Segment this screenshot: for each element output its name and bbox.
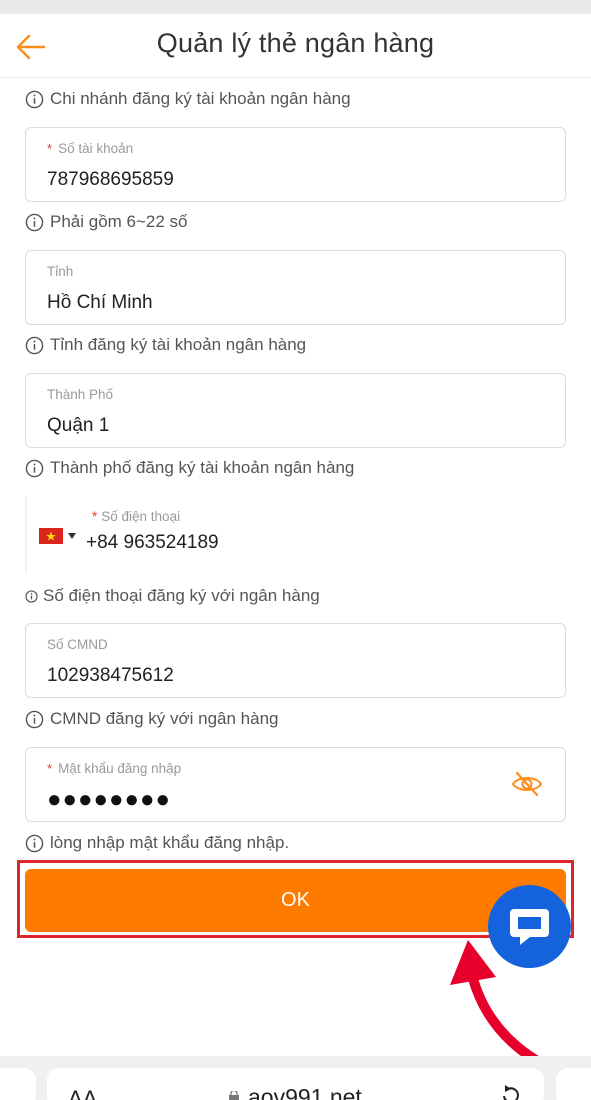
phone-divider	[25, 497, 27, 573]
id-card-value[interactable]: 102938475612	[47, 665, 174, 687]
hint-password: lòng nhập mật khẩu đăng nhập.	[25, 833, 289, 853]
chevron-down-icon[interactable]	[68, 533, 76, 539]
hint-text: Tỉnh đăng ký tài khoản ngân hàng	[50, 335, 307, 354]
field-label: Tỉnh	[47, 264, 74, 279]
text-size-button[interactable]: AA	[68, 1086, 97, 1100]
lock-icon	[229, 1091, 239, 1100]
header: Quản lý thẻ ngân hàng	[0, 14, 591, 78]
info-circle-icon	[25, 213, 44, 231]
browser-tab-right[interactable]	[556, 1068, 591, 1100]
field-label: Số CMND	[47, 637, 108, 652]
hint-text: Số điện thoại đăng ký với ngân hàng	[43, 586, 320, 605]
page-title: Quản lý thẻ ngân hàng	[156, 28, 435, 58]
info-circle-icon	[25, 710, 44, 728]
reload-icon[interactable]	[500, 1084, 522, 1100]
phone-field[interactable]: * Số điện thoại +84 963524189	[25, 497, 566, 573]
hint-text: Thành phố đăng ký tài khoản ngân hàng	[50, 458, 355, 477]
browser-tab-left[interactable]	[0, 1068, 36, 1100]
hint-branch: Chi nhánh đăng ký tài khoản ngân hàng	[25, 89, 351, 109]
province-value[interactable]: Hồ Chí Minh	[47, 292, 153, 314]
required-mark: *	[47, 761, 53, 776]
vietnam-flag-icon[interactable]	[39, 528, 63, 544]
hint-phone: Số điện thoại đăng ký với ngân hàng	[25, 586, 320, 606]
password-field[interactable]: * Mật khẩu đăng nhập ●●●●●●●●	[25, 747, 566, 822]
info-circle-icon	[25, 336, 44, 354]
info-circle-icon	[25, 90, 44, 108]
account-number-field[interactable]: * Số tài khoản 787968695859	[25, 127, 566, 202]
annotation-arrow	[450, 940, 565, 1075]
eye-slash-icon[interactable]	[511, 770, 543, 798]
required-mark: *	[47, 141, 53, 156]
account-number-value[interactable]: 787968695859	[47, 169, 174, 191]
info-circle-icon	[25, 459, 44, 477]
required-mark: *	[92, 509, 98, 524]
info-circle-icon	[25, 834, 44, 852]
hint-text: Chi nhánh đăng ký tài khoản ngân hàng	[50, 89, 351, 108]
province-field[interactable]: Tỉnh Hồ Chí Minh	[25, 250, 566, 325]
id-card-field[interactable]: Số CMND 102938475612	[25, 623, 566, 698]
field-label: * Mật khẩu đăng nhập	[47, 761, 182, 776]
city-field[interactable]: Thành Phố Quận 1	[25, 373, 566, 448]
hint-text: lòng nhập mật khẩu đăng nhập.	[50, 833, 290, 852]
field-label: Thành Phố	[47, 387, 114, 402]
hint-text: CMND đăng ký với ngân hàng	[50, 709, 279, 728]
hint-idcard: CMND đăng ký với ngân hàng	[25, 709, 279, 729]
field-label: * Số điện thoại	[92, 509, 181, 524]
password-value[interactable]: ●●●●●●●●	[47, 786, 171, 814]
info-circle-icon	[25, 589, 38, 603]
field-label: * Số tài khoản	[47, 141, 134, 156]
status-bar	[0, 0, 591, 14]
url-text[interactable]: aov991.net	[248, 1084, 362, 1100]
hint-text: Phải gồm 6~22 số	[50, 212, 188, 231]
hint-city: Thành phố đăng ký tài khoản ngân hàng	[25, 458, 354, 478]
city-value[interactable]: Quận 1	[47, 415, 109, 437]
hint-province: Tỉnh đăng ký tài khoản ngân hàng	[25, 335, 306, 355]
hint-account: Phải gồm 6~22 số	[25, 212, 188, 232]
phone-value[interactable]: +84 963524189	[86, 532, 219, 554]
